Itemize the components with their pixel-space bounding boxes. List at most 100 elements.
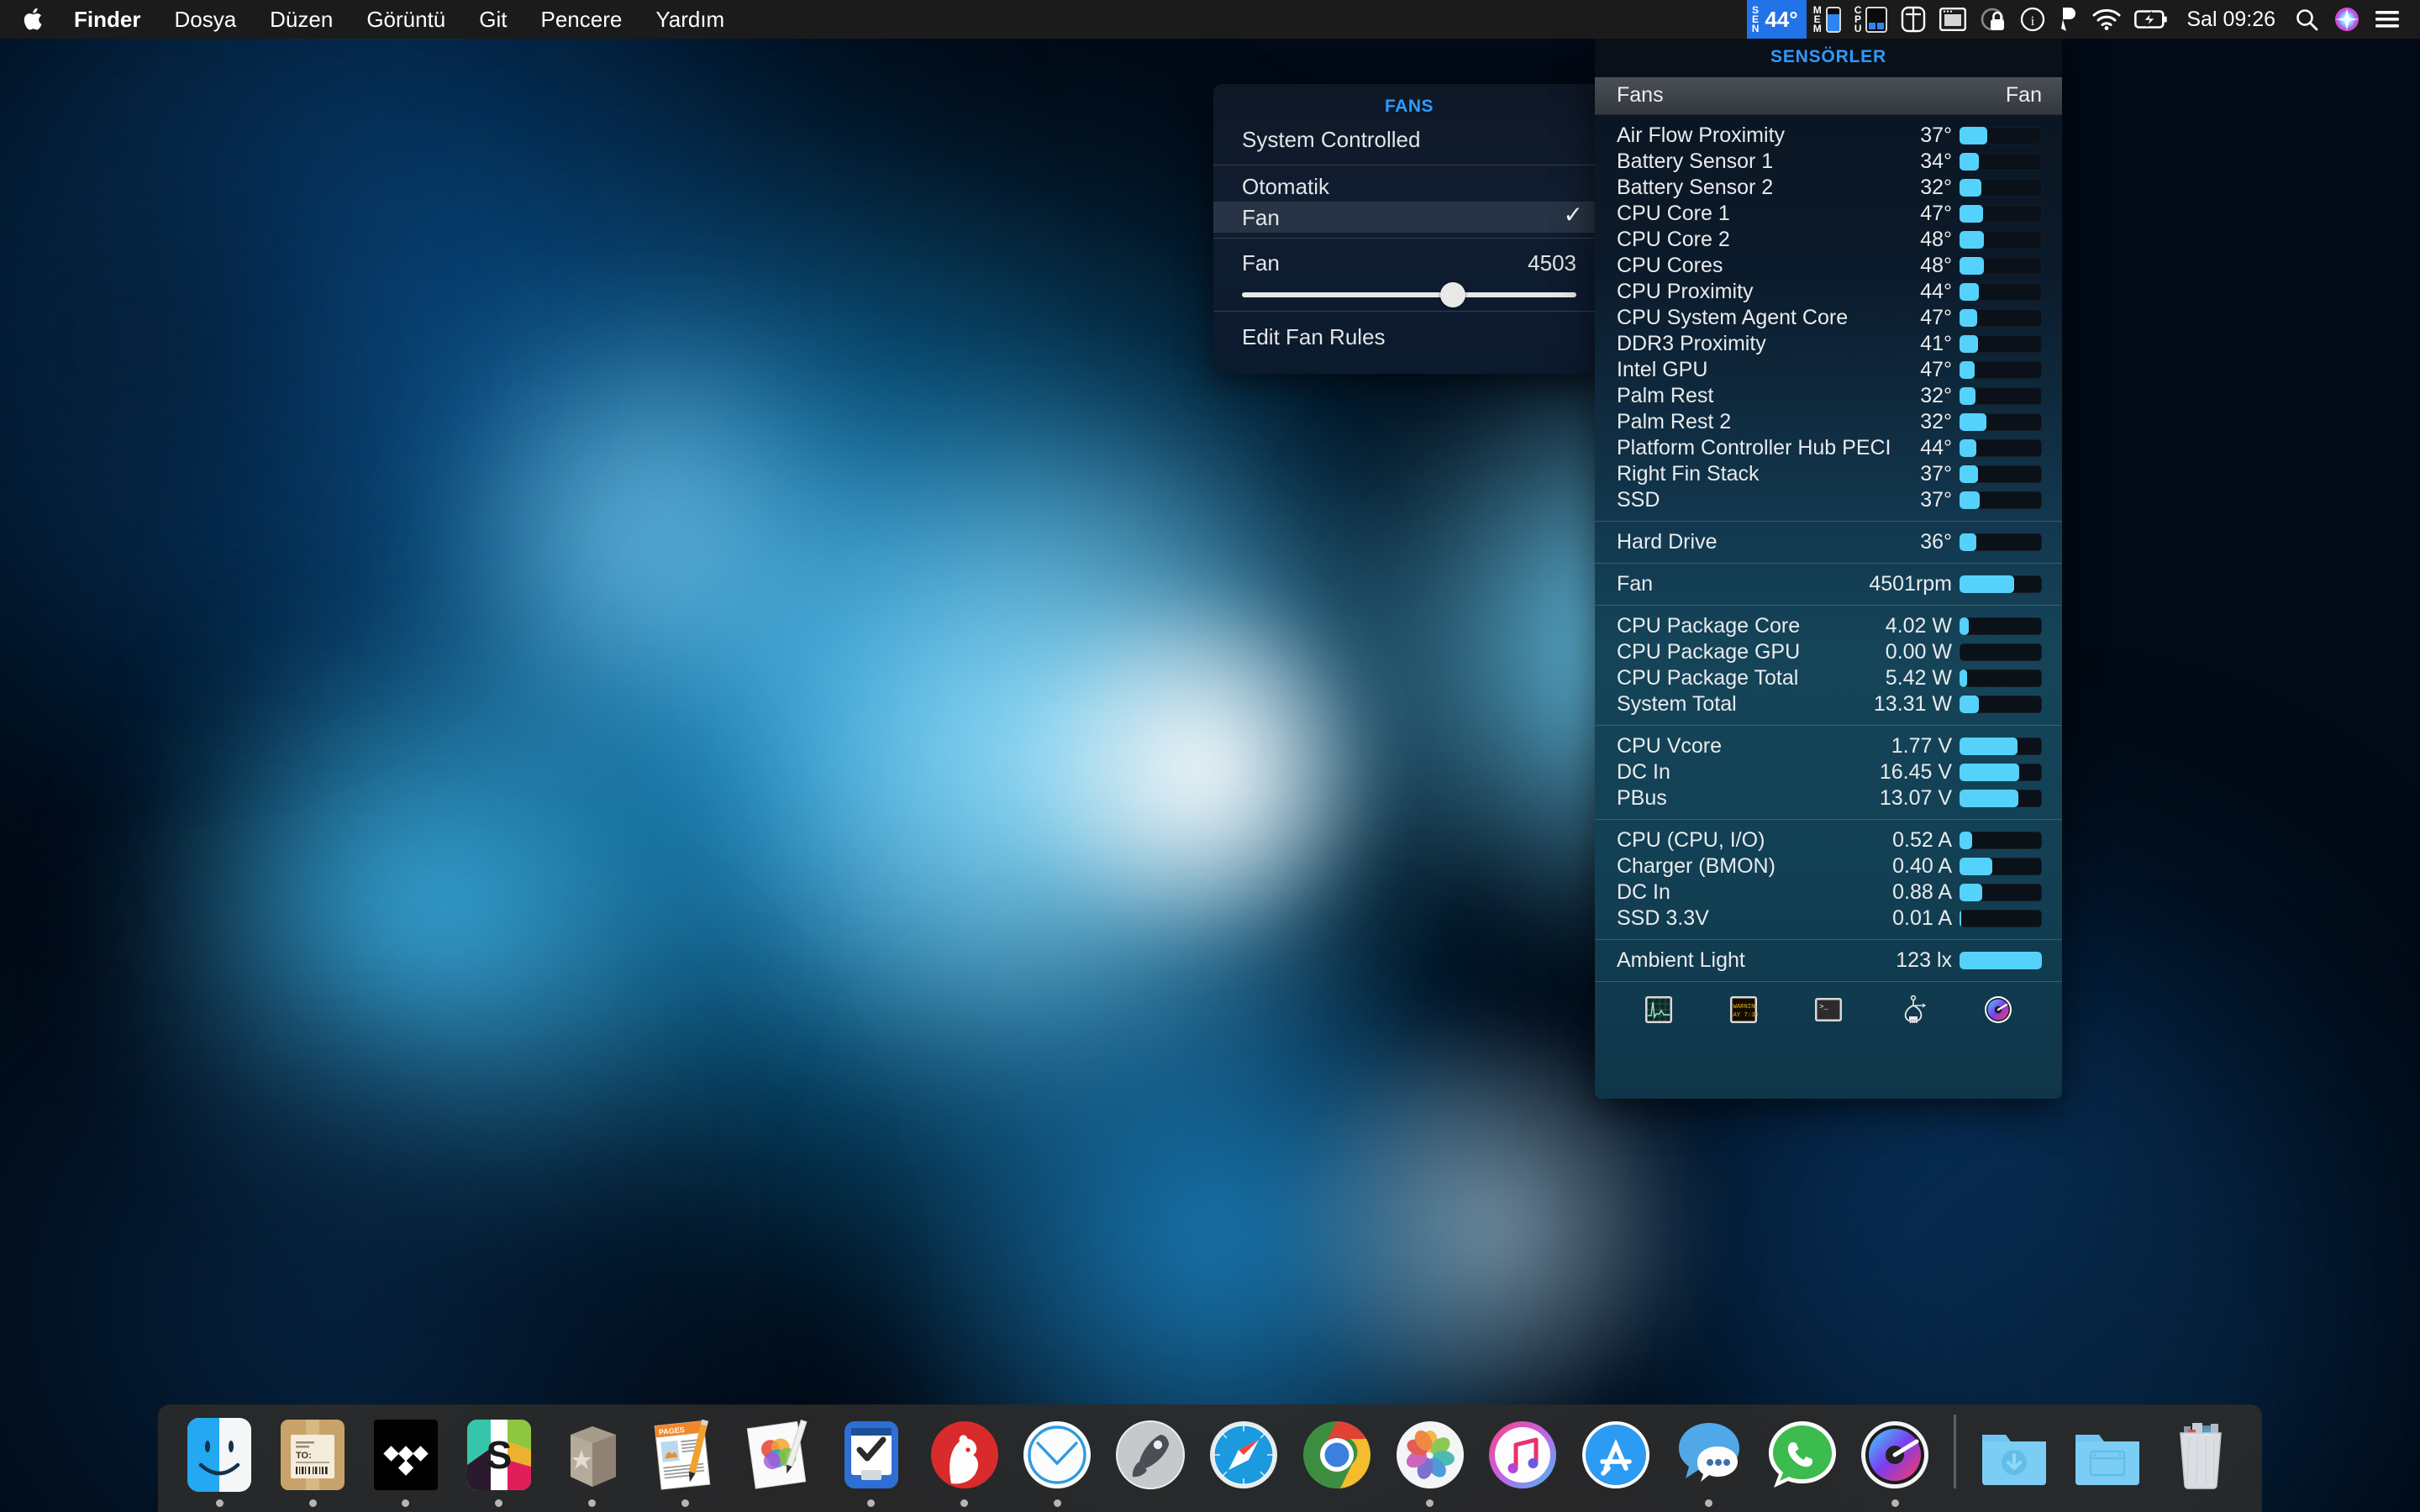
edit-fan-rules-button[interactable]: Edit Fan Rules <box>1213 312 1605 350</box>
terminal-icon[interactable]: >_ <box>1813 995 1844 1025</box>
dock-item-airmail[interactable] <box>1011 1404 1104 1507</box>
dock-item-itunes[interactable] <box>1476 1404 1570 1507</box>
sensor-row[interactable]: CPU Package GPU 0.00 W <box>1595 639 2062 665</box>
fan-speed-slider[interactable] <box>1242 282 1576 307</box>
sensor-row[interactable]: CPU Vcore 1.77 V <box>1595 733 2062 759</box>
sensor-bar <box>1960 465 2042 483</box>
sensor-row[interactable]: CPU Package Total 5.42 W <box>1595 665 2062 691</box>
sensor-bar-fill <box>1960 153 1979 171</box>
sensor-bar-fill <box>1960 413 1987 431</box>
sensor-row[interactable]: DC In 0.88 A <box>1595 879 2062 906</box>
sensor-row[interactable]: SSD 37° <box>1595 487 2062 513</box>
sensor-row[interactable]: System Total 13.31 W <box>1595 691 2062 717</box>
menubar-clock[interactable]: Sal 09:26 <box>2175 8 2287 32</box>
sensor-bar-fill <box>1960 387 1975 405</box>
wifi-icon[interactable] <box>2086 0 2128 39</box>
menu-item-duzen[interactable]: Düzen <box>253 0 350 39</box>
dock-item-photos[interactable] <box>1383 1404 1476 1507</box>
battery-charging-icon[interactable] <box>2128 0 2175 39</box>
sensor-row[interactable]: DDR3 Proximity 41° <box>1595 331 2062 357</box>
sensor-label: Intel GPU <box>1617 358 1708 381</box>
sensor-row[interactable]: Charger (BMON) 0.40 A <box>1595 853 2062 879</box>
sensor-row[interactable]: Hard Drive 36° <box>1595 529 2062 555</box>
sensor-row[interactable]: Battery Sensor 1 34° <box>1595 149 2062 175</box>
sensor-value: 4.02 W <box>1885 614 1952 638</box>
sensor-row[interactable]: SSD 3.3V 0.01 A <box>1595 906 2062 932</box>
dock-item-trash[interactable] <box>2154 1404 2247 1507</box>
sensor-row[interactable]: Ambient Light 123 lx <box>1595 948 2062 974</box>
dock-item-bear[interactable] <box>918 1404 1011 1507</box>
dock-item-documents-folder[interactable] <box>2060 1404 2154 1507</box>
dock-item-pages[interactable]: PAGES <box>639 1404 732 1507</box>
dock-item-parcel[interactable]: TO: <box>266 1404 360 1507</box>
dock-item-downloads-folder[interactable] <box>1968 1404 2061 1507</box>
menu-item-goruntu[interactable]: Görüntü <box>350 0 462 39</box>
sensor-row[interactable]: CPU (CPU, I/O) 0.52 A <box>1595 827 2062 853</box>
gauge-icon[interactable] <box>1983 995 2013 1025</box>
sensor-row[interactable]: Intel GPU 47° <box>1595 357 2062 383</box>
sensor-row[interactable]: CPU Core 1 47° <box>1595 201 2062 227</box>
running-indicator <box>588 1499 597 1507</box>
dock-item-chrome[interactable] <box>1290 1404 1383 1507</box>
lock-icon[interactable] <box>1973 0 2013 39</box>
menu-item-git[interactable]: Git <box>462 0 523 39</box>
pushbullet-icon[interactable] <box>2052 0 2086 39</box>
menu-item-yardim[interactable]: Yardım <box>639 0 741 39</box>
istat-sensors-menu-item[interactable]: SEN 44° <box>1746 0 1807 39</box>
sensor-value: 0.52 A <box>1892 828 1952 852</box>
fan-speed-slider-knob[interactable] <box>1439 282 1465 307</box>
sensor-label: Charger (BMON) <box>1617 854 1776 878</box>
notification-center-icon[interactable] <box>2368 0 2420 39</box>
sensor-row[interactable]: DC In 16.45 V <box>1595 759 2062 785</box>
sensor-row[interactable]: Palm Rest 32° <box>1595 383 2062 409</box>
running-indicator <box>1053 1499 1061 1507</box>
sensor-row[interactable]: Fan 4501rpm <box>1595 571 2062 597</box>
sensor-row[interactable]: CPU Cores 48° <box>1595 253 2062 279</box>
sensor-row[interactable]: CPU Proximity 44° <box>1595 279 2062 305</box>
sensor-value: 13.07 V <box>1879 786 1952 810</box>
sensor-row[interactable]: Palm Rest 2 32° <box>1595 409 2062 435</box>
menu-item-pencere[interactable]: Pencere <box>524 0 639 39</box>
running-indicator <box>775 1499 782 1507</box>
sensor-bar <box>1960 309 2042 327</box>
graph-icon[interactable] <box>1644 995 1674 1025</box>
dock-item-slack[interactable]: S <box>452 1404 545 1507</box>
istat-cpu-menu-item[interactable]: CPU <box>1848 0 1895 39</box>
warning-log-icon[interactable]: WARNIN AY 7:36 <box>1728 995 1759 1025</box>
sensor-probe-icon[interactable] <box>1898 995 1928 1025</box>
dock-item-messages[interactable] <box>1663 1404 1756 1507</box>
sensor-row[interactable]: PBus 13.07 V <box>1595 785 2062 811</box>
sensors-column-header[interactable]: Fans Fan <box>1595 77 2062 115</box>
dock-item-macpaw-box[interactable] <box>545 1404 639 1507</box>
sensor-row[interactable]: CPU Core 2 48° <box>1595 227 2062 253</box>
sensor-label: Battery Sensor 2 <box>1617 176 1774 199</box>
fan-mode-fan[interactable]: Fan ✓ <box>1213 202 1605 233</box>
dock-item-tidal[interactable] <box>360 1404 453 1507</box>
siri-icon[interactable] <box>2326 0 2368 39</box>
sensor-row[interactable]: CPU System Agent Core 47° <box>1595 305 2062 331</box>
fan-mode-otomatik[interactable]: Otomatik <box>1213 171 1605 202</box>
downloads-folder-icon <box>1975 1416 2053 1494</box>
istat-memory-menu-item[interactable]: MEM <box>1807 0 1848 39</box>
dock-item-launchpad[interactable] <box>1104 1404 1197 1507</box>
dock-item-app-store[interactable] <box>1570 1404 1663 1507</box>
dock-item-pixelmator[interactable] <box>732 1404 825 1507</box>
dock-item-whatsapp[interactable] <box>1755 1404 1849 1507</box>
info-circle-icon[interactable]: i <box>2013 0 2052 39</box>
menu-item-dosya[interactable]: Dosya <box>157 0 253 39</box>
search-icon[interactable] <box>2287 0 2326 39</box>
dock-item-istat-menus[interactable] <box>1849 1404 1942 1507</box>
sensor-row[interactable]: Air Flow Proximity 37° <box>1595 123 2062 149</box>
dock-item-safari[interactable] <box>1197 1404 1291 1507</box>
dock-item-finder[interactable] <box>173 1404 266 1507</box>
sensor-row[interactable]: CPU Package Core 4.02 W <box>1595 613 2062 639</box>
menu-item-finder[interactable]: Finder <box>67 0 157 39</box>
sensor-row[interactable]: Battery Sensor 2 32° <box>1595 175 2062 201</box>
sensor-row[interactable]: Platform Controller Hub PECI 44° <box>1595 435 2062 461</box>
apple-menu-icon[interactable] <box>24 7 45 32</box>
display-arrangement-icon[interactable] <box>1894 0 1933 39</box>
dock-item-things[interactable] <box>824 1404 918 1507</box>
screen-icon[interactable] <box>1933 0 1973 39</box>
sensor-value: 34° <box>1920 150 1952 173</box>
sensor-row[interactable]: Right Fin Stack 37° <box>1595 461 2062 487</box>
